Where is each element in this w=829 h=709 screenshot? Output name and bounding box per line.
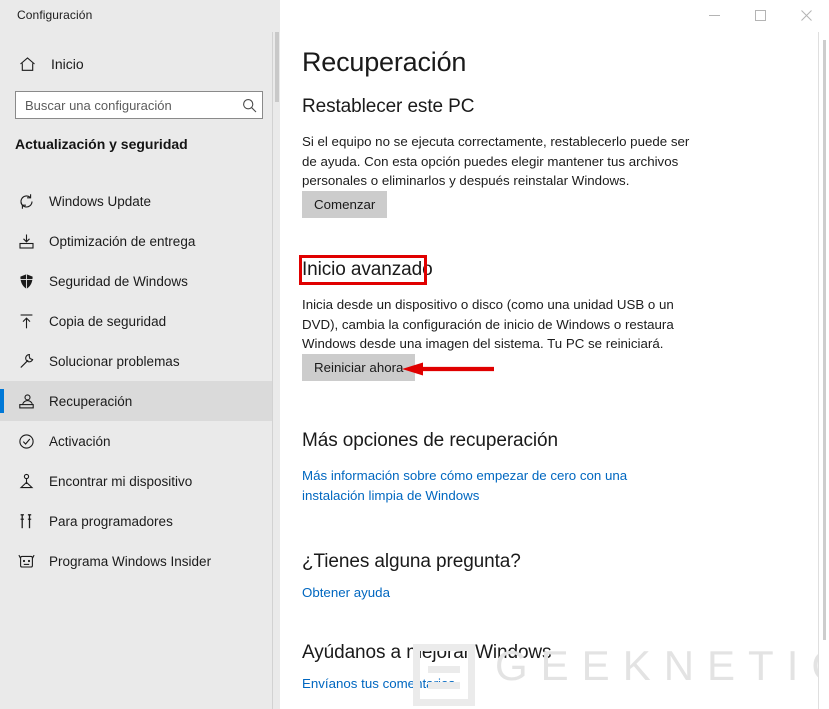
section-heading-improve-windows: Ayúdanos a mejorar Windows bbox=[302, 642, 552, 663]
delivery-optimization-icon bbox=[14, 233, 38, 250]
sidebar-item-label: Copia de seguridad bbox=[49, 313, 167, 329]
sidebar-item-label: Seguridad de Windows bbox=[49, 273, 188, 289]
content-scrollbar[interactable] bbox=[818, 32, 829, 709]
sidebar-item-label: Optimización de entrega bbox=[49, 233, 196, 249]
close-icon bbox=[800, 10, 812, 21]
section-heading-questions: ¿Tienes alguna pregunta? bbox=[302, 551, 521, 572]
minimize-icon bbox=[708, 15, 720, 16]
minimize-button[interactable] bbox=[691, 0, 737, 31]
sidebar-item-home[interactable]: Inicio bbox=[0, 48, 280, 80]
search-box[interactable] bbox=[15, 91, 263, 119]
clean-install-link[interactable]: Más información sobre cómo empezar de ce… bbox=[302, 466, 682, 505]
send-feedback-link[interactable]: Envíanos tus comentarios bbox=[302, 674, 682, 694]
sidebar-item-backup[interactable]: Copia de seguridad bbox=[0, 301, 280, 341]
sidebar-item-label: Solucionar problemas bbox=[49, 353, 180, 369]
sidebar-item-activation[interactable]: Activación bbox=[0, 421, 280, 461]
find-device-icon bbox=[14, 473, 38, 490]
watermark-logo-bar-top bbox=[428, 666, 460, 673]
sidebar-item-delivery-optimization[interactable]: Optimización de entrega bbox=[0, 221, 280, 261]
main-content: GEEKNETIC Recuperación Restablecer este … bbox=[280, 32, 829, 709]
sidebar-group-title: Actualización y seguridad bbox=[15, 136, 188, 152]
section-heading-more-recovery: Más opciones de recuperación bbox=[302, 430, 558, 451]
shield-icon bbox=[14, 273, 38, 290]
maximize-button[interactable] bbox=[737, 0, 783, 31]
sidebar-scrollbar-thumb[interactable] bbox=[275, 32, 279, 102]
search-input[interactable] bbox=[16, 92, 236, 118]
get-help-link[interactable]: Obtener ayuda bbox=[302, 583, 682, 603]
section-body-reset-pc: Si el equipo no se ejecuta correctamente… bbox=[302, 134, 690, 188]
section-body-advanced-startup: Inicia desde un dispositivo o disco (com… bbox=[302, 297, 674, 351]
developer-tools-icon bbox=[14, 513, 38, 530]
title-bar: Configuración bbox=[0, 0, 829, 32]
sidebar: Inicio Actualización y seguridad bbox=[0, 0, 280, 709]
sidebar-item-label: Encontrar mi dispositivo bbox=[49, 473, 193, 489]
sidebar-item-windows-security[interactable]: Seguridad de Windows bbox=[0, 261, 280, 301]
window-caption: Configuración bbox=[17, 8, 93, 22]
sidebar-scrollbar[interactable] bbox=[272, 32, 280, 709]
close-button[interactable] bbox=[783, 0, 829, 31]
sidebar-item-windows-insider[interactable]: Programa Windows Insider bbox=[0, 541, 280, 581]
recovery-icon bbox=[14, 393, 38, 410]
sidebar-item-label: Programa Windows Insider bbox=[49, 553, 212, 569]
home-label: Inicio bbox=[51, 56, 84, 72]
sidebar-item-recovery[interactable]: Recuperación bbox=[0, 381, 280, 421]
section-heading-reset-pc: Restablecer este PC bbox=[302, 96, 475, 117]
reiniciar-ahora-button[interactable]: Reiniciar ahora bbox=[302, 354, 416, 381]
backup-upload-icon bbox=[14, 313, 38, 330]
sidebar-item-for-developers[interactable]: Para programadores bbox=[0, 501, 280, 541]
sync-icon bbox=[14, 193, 38, 210]
sidebar-item-find-my-device[interactable]: Encontrar mi dispositivo bbox=[0, 461, 280, 501]
sidebar-item-label: Windows Update bbox=[49, 193, 152, 209]
wrench-icon bbox=[14, 353, 38, 370]
home-icon bbox=[16, 56, 38, 73]
sidebar-item-troubleshoot[interactable]: Solucionar problemas bbox=[0, 341, 280, 381]
search-icon[interactable] bbox=[236, 98, 262, 113]
section-heading-advanced-startup: Inicio avanzado bbox=[302, 259, 433, 280]
insider-icon bbox=[14, 553, 38, 570]
check-circle-icon bbox=[14, 433, 38, 450]
comenzar-button[interactable]: Comenzar bbox=[302, 191, 388, 218]
window-controls bbox=[691, 0, 829, 31]
settings-window: Configuración Inicio Buscar una configur… bbox=[0, 0, 829, 709]
content-scrollbar-thumb[interactable] bbox=[823, 40, 826, 640]
sidebar-item-windows-update[interactable]: Windows Update bbox=[0, 181, 280, 221]
maximize-icon bbox=[754, 10, 766, 21]
page-title: Recuperación bbox=[302, 47, 467, 77]
sidebar-item-label: Activación bbox=[49, 433, 111, 449]
selection-accent-bar bbox=[0, 389, 4, 413]
sidebar-nav: Windows Update Optimización de entrega S… bbox=[0, 181, 280, 581]
sidebar-item-label: Para programadores bbox=[49, 513, 173, 529]
sidebar-item-label: Recuperación bbox=[49, 393, 133, 409]
